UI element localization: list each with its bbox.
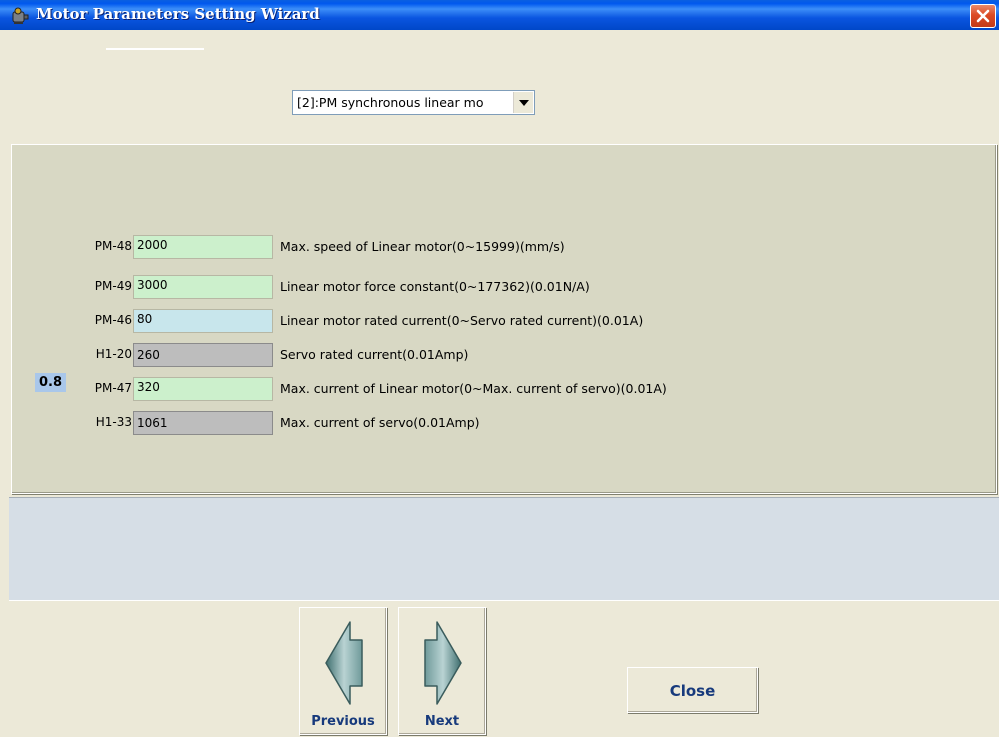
param-code: PM-47 bbox=[94, 381, 132, 395]
param-description: Max. speed of Linear motor(0~15999)(mm/s… bbox=[280, 239, 565, 254]
param-description: Max. current of servo(0.01Amp) bbox=[280, 415, 480, 430]
param-description: Linear motor force constant(0~177362)(0.… bbox=[280, 279, 590, 294]
param-description: Max. current of Linear motor(0~Max. curr… bbox=[280, 381, 667, 396]
param-readonly-field: 1061 bbox=[133, 411, 273, 435]
previous-button[interactable]: Previous bbox=[299, 607, 387, 735]
param-description: Servo rated current(0.01Amp) bbox=[280, 347, 469, 362]
param-value-field[interactable]: 320 bbox=[133, 377, 273, 401]
motor-type-selected: [2]:PM synchronous linear mo bbox=[297, 95, 484, 110]
arrow-left-icon bbox=[325, 621, 363, 705]
close-label: Close bbox=[669, 682, 716, 700]
param-description: Linear motor rated current(0~Servo rated… bbox=[280, 313, 644, 328]
motor-app-icon bbox=[10, 6, 30, 26]
close-button[interactable]: Close bbox=[627, 667, 758, 713]
next-button[interactable]: Next bbox=[398, 607, 486, 735]
chevron-down-icon[interactable] bbox=[513, 92, 533, 113]
window-title: Motor Parameters Setting Wizard bbox=[36, 5, 320, 23]
next-label: Next bbox=[424, 714, 460, 729]
param-value-field[interactable]: 80 bbox=[133, 309, 273, 333]
param-code: PM-48 bbox=[94, 239, 132, 253]
wizard-window: Motor Parameters Setting Wizard [2]:PM s… bbox=[0, 0, 999, 737]
tab-indicator bbox=[106, 48, 204, 50]
param-code: PM-46 bbox=[94, 313, 132, 327]
parameter-panel: PM-48 2000 Max. speed of Linear motor(0~… bbox=[11, 144, 997, 494]
param-value-field[interactable]: 3000 bbox=[133, 275, 273, 299]
param-code: H1-20 bbox=[95, 347, 132, 361]
title-bar[interactable]: Motor Parameters Setting Wizard bbox=[0, 0, 999, 30]
close-x-icon[interactable] bbox=[970, 4, 996, 28]
value-tooltip: 0.8 bbox=[35, 373, 67, 392]
param-readonly-field: 260 bbox=[133, 343, 273, 367]
previous-label: Previous bbox=[311, 714, 375, 729]
motor-type-select[interactable]: [2]:PM synchronous linear mo bbox=[292, 90, 535, 115]
param-value-field[interactable]: 2000 bbox=[133, 235, 273, 259]
arrow-right-icon bbox=[424, 621, 462, 705]
param-code: PM-49 bbox=[94, 279, 132, 293]
status-area bbox=[9, 497, 999, 601]
param-code: H1-33 bbox=[95, 415, 132, 429]
